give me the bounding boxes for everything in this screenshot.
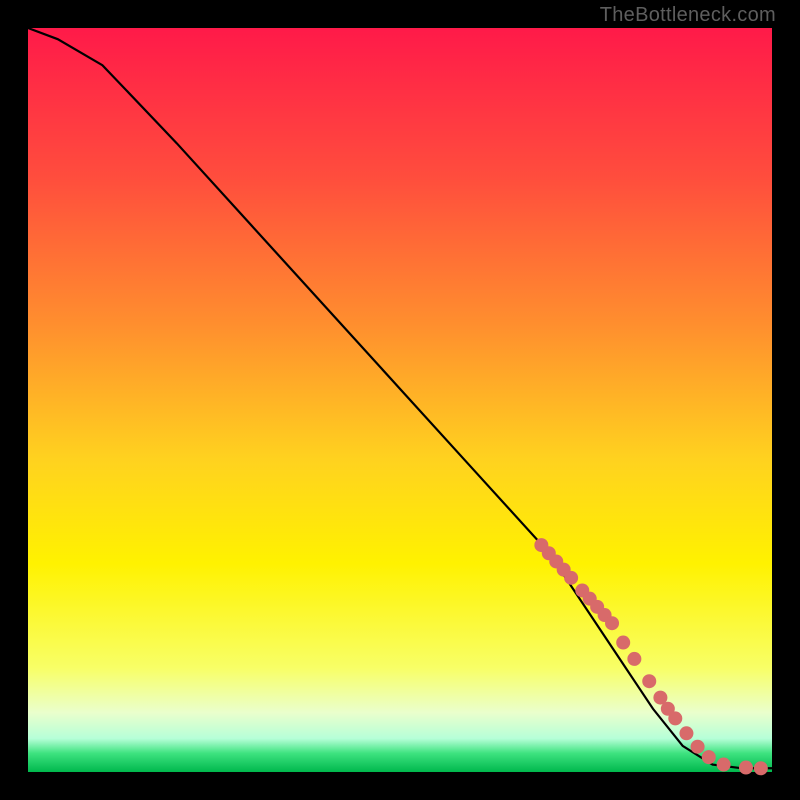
data-marker xyxy=(679,726,693,740)
attribution-text: TheBottleneck.com xyxy=(600,4,776,27)
data-marker xyxy=(605,616,619,630)
data-marker xyxy=(739,761,753,775)
data-marker xyxy=(754,761,768,775)
data-marker xyxy=(702,750,716,764)
chart-stage: { "attribution": "TheBottleneck.com", "p… xyxy=(0,0,800,800)
chart-svg xyxy=(0,0,800,800)
data-marker xyxy=(717,758,731,772)
data-marker xyxy=(668,711,682,725)
plot-background xyxy=(28,28,772,772)
data-marker xyxy=(627,652,641,666)
data-marker xyxy=(564,571,578,585)
data-marker xyxy=(642,674,656,688)
data-marker xyxy=(691,740,705,754)
data-marker xyxy=(616,636,630,650)
